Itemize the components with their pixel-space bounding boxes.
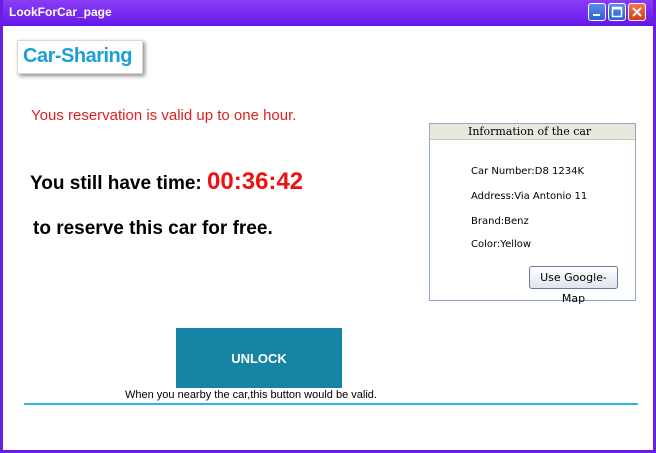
car-address: Address:Via Antonio 11 <box>471 191 588 202</box>
free-reservation-text: to reserve this car for free. <box>33 218 273 240</box>
close-button[interactable] <box>628 3 646 21</box>
divider-line <box>24 403 638 405</box>
countdown-timer: 00:36:42 <box>207 168 304 195</box>
google-map-button[interactable]: Use Google-Map <box>529 266 618 305</box>
logo-text: Car-Sharing <box>23 45 132 67</box>
maximize-button[interactable] <box>608 3 626 21</box>
minimize-icon <box>593 14 600 16</box>
app-window: LookForCar_page Car-Sharing Yous reserva… <box>0 0 656 453</box>
car-info-header: Information of the car <box>430 124 635 140</box>
car-sharing-logo: Car-Sharing <box>17 40 143 74</box>
car-number: Car Number:D8 1234K <box>471 166 585 177</box>
title-bar[interactable]: LookForCar_page <box>3 0 653 26</box>
car-info-panel: Information of the car Car Number:D8 123… <box>429 123 636 305</box>
unlock-button[interactable]: UNLOCK <box>176 328 342 388</box>
free-text-period: . <box>267 218 273 239</box>
free-text: to reserve this car for free <box>33 218 268 239</box>
maximize-icon <box>611 6 623 18</box>
unlock-hint: When you nearby the car,this button woul… <box>125 389 377 401</box>
window-title: LookForCar_page <box>9 5 112 19</box>
car-brand: Brand:Benz <box>471 216 529 227</box>
close-icon <box>632 7 642 17</box>
remaining-time-line: You still have time: 00:36:42 <box>30 168 303 196</box>
reservation-notice: Yous reservation is valid up to one hour… <box>31 107 297 124</box>
time-prefix: You still have time: <box>30 173 208 194</box>
car-info-title: Information of the car <box>468 125 592 138</box>
car-color: Color:Yellow <box>471 239 532 250</box>
minimize-button[interactable] <box>588 3 606 21</box>
